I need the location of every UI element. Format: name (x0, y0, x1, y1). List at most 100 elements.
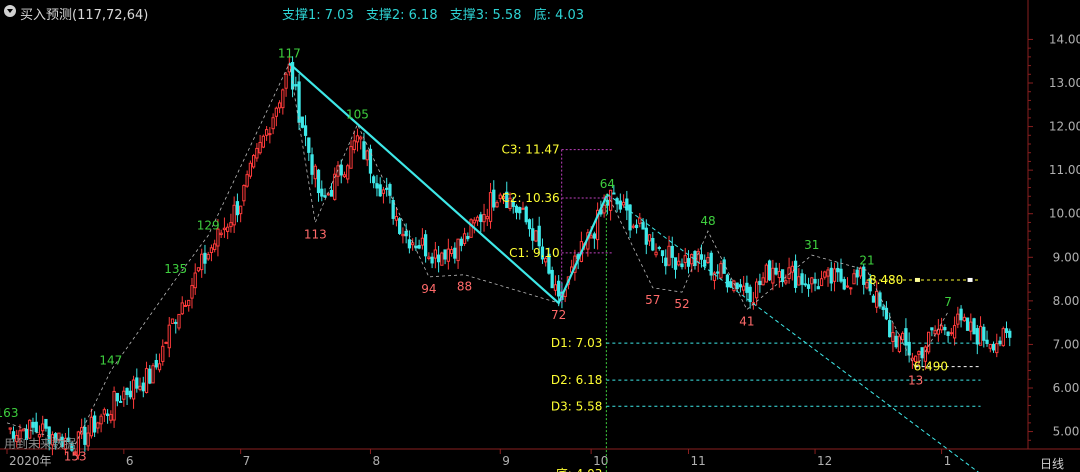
candle-body (800, 273, 804, 285)
trough-label: 94 (421, 282, 436, 296)
candle-body (683, 255, 687, 263)
candle-body (307, 137, 311, 153)
candle-body (161, 345, 165, 362)
candle-body (988, 343, 992, 349)
candle-body (686, 258, 691, 267)
candle-body (849, 287, 853, 290)
c-level-label: C1: 9.10 (509, 246, 560, 260)
dropdown-circle-icon[interactable] (4, 5, 16, 17)
candle-body (946, 331, 950, 336)
peak-label: 163 (0, 406, 18, 420)
candle-body (703, 259, 707, 267)
candle-body (677, 260, 681, 266)
candle-body (826, 269, 830, 277)
candle-body (865, 282, 869, 289)
candle-body (349, 146, 353, 169)
indicator-title[interactable]: 买入预测(117,72,64) (20, 4, 148, 23)
candle-body (44, 418, 48, 429)
candle-body (264, 129, 269, 136)
peak-label: 7 (944, 295, 952, 309)
candle-body (122, 390, 126, 400)
candle-body (933, 330, 937, 335)
candle-body (518, 207, 522, 214)
candle-body (777, 271, 781, 279)
candle-body (664, 257, 668, 267)
candle-body (514, 205, 519, 213)
future-data-note: 用到未来数据 (4, 437, 77, 451)
candle-body (420, 237, 425, 246)
candle-body (972, 318, 976, 335)
candle-body (748, 286, 752, 303)
candle-body (329, 189, 334, 197)
candle-body (479, 214, 483, 222)
candle-body (235, 201, 240, 216)
candle-body (631, 225, 635, 228)
y-tick-label: 14.00 (1049, 32, 1080, 46)
candle-body (239, 205, 243, 215)
trough-label: 72 (551, 308, 566, 322)
candle-body (651, 237, 655, 251)
candle-body (453, 247, 457, 259)
y-tick-label: 12.00 (1049, 120, 1080, 134)
candle-body (342, 174, 347, 178)
candle-body (965, 317, 970, 331)
candle-body (482, 214, 486, 223)
candle-body (411, 242, 415, 246)
candle-body (644, 227, 648, 245)
candle-body (177, 313, 181, 329)
candle-body (174, 321, 178, 324)
d-level-label: D3: 5.58 (551, 399, 602, 413)
candle-body (978, 325, 983, 346)
candle-body (793, 260, 798, 288)
candle-body (404, 230, 408, 237)
candle-body (956, 313, 960, 325)
projection-line (607, 193, 979, 472)
candle-body (836, 267, 840, 273)
candle-body (226, 226, 230, 232)
period-daily-button[interactable]: 日线 (1040, 455, 1064, 472)
candle-body (8, 427, 12, 430)
candle-body (112, 390, 116, 421)
candle-body (693, 251, 697, 266)
candle-body (459, 238, 463, 246)
x-tick-label: 9 (502, 454, 510, 468)
candle-body (209, 247, 214, 254)
peak-label: 64 (600, 177, 615, 191)
candle-body (495, 202, 499, 208)
candle-body (138, 385, 142, 390)
candle-body (86, 432, 90, 447)
candle-body (725, 274, 730, 288)
candle-body (858, 267, 863, 277)
trough-label: 41 (739, 315, 754, 329)
candle-body (531, 228, 535, 241)
candle-body (534, 230, 538, 242)
candle-body (810, 277, 814, 285)
y-tick-label: 9.00 (1053, 250, 1080, 264)
candle-body (401, 233, 405, 237)
candle-body (716, 271, 720, 274)
candle-body (926, 331, 931, 353)
candle-body (352, 140, 356, 151)
candle-body (774, 267, 778, 275)
candle-body (407, 239, 412, 249)
peak-label: 21 (859, 253, 874, 267)
y-tick-label: 13.00 (1049, 76, 1080, 90)
candle-body (845, 285, 850, 288)
candle-body (372, 176, 376, 184)
candle-body (842, 279, 846, 290)
candle-body (219, 232, 223, 236)
x-tick-label: 11 (690, 454, 705, 468)
candle-body (255, 147, 259, 159)
trough-label: 52 (674, 297, 689, 311)
candle-body (294, 84, 298, 87)
candle-body (660, 250, 665, 257)
candle-body (901, 332, 905, 341)
candle-body (310, 154, 314, 175)
candle-body (449, 249, 454, 255)
candle-body (813, 278, 817, 284)
candle-body (398, 218, 402, 234)
candle-body (680, 263, 684, 268)
peak-label: 129 (197, 219, 220, 233)
candle-body (735, 282, 739, 290)
candle-body (998, 340, 1002, 345)
